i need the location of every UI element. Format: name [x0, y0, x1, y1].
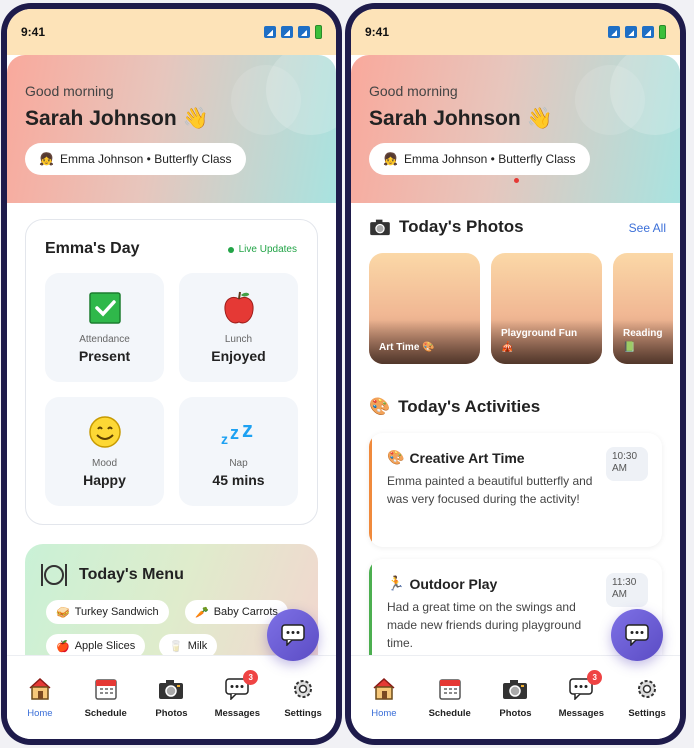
nav-photos[interactable]: Photos — [485, 676, 545, 719]
playground-icon: 🎪 — [501, 341, 514, 353]
nav-schedule[interactable]: Schedule — [420, 676, 480, 719]
calendar-icon — [438, 679, 461, 700]
greeting-header: Good morning Sarah Johnson 👋 👧 Emma John… — [7, 55, 336, 203]
wave-icon: 👋 — [526, 107, 553, 130]
wifi-icon — [625, 26, 637, 38]
apple-icon — [223, 291, 254, 324]
network-icon — [642, 26, 654, 38]
emmas-day-card: Emma's Day Live Updates Attendance Prese… — [25, 219, 318, 525]
nav-settings[interactable]: Settings — [273, 676, 333, 719]
parent-name: Sarah Johnson 👋 — [369, 107, 553, 130]
status-time: 9:41 — [21, 25, 46, 39]
tile-mood[interactable]: Mood Happy — [45, 397, 164, 506]
battery-icon — [659, 25, 666, 39]
smile-icon — [88, 416, 121, 448]
milk-icon: 🥛 — [169, 640, 183, 653]
camera-icon — [370, 219, 390, 236]
menu-item: 🥪 Turkey Sandwich — [46, 600, 169, 624]
live-updates: Live Updates — [227, 244, 297, 255]
palette-icon: 🎨 — [422, 341, 435, 353]
day-title: Emma's Day — [45, 240, 140, 257]
photo-card[interactable]: Playground Fun 🎪 — [491, 253, 602, 364]
tile-nap[interactable]: zzz Nap 45 mins — [179, 397, 298, 506]
gear-icon — [294, 680, 313, 698]
palette-icon: 🎨 — [369, 397, 391, 416]
check-icon — [88, 292, 121, 324]
wifi-icon — [281, 26, 293, 38]
nav-home[interactable]: Home — [10, 676, 70, 719]
activity-time: 11:30 AM — [606, 573, 648, 607]
svg-text:z: z — [230, 423, 239, 443]
nav-home[interactable]: Home — [354, 676, 414, 719]
camera-icon — [503, 680, 528, 699]
bottom-nav: Home Schedule Photos 3 Messages Settings — [351, 655, 680, 739]
status-bar: 9:41 — [7, 9, 336, 55]
activity-card[interactable]: 🎨 Creative Art Time Emma painted a beauti… — [369, 433, 662, 547]
photo-card[interactable]: Reading 📗 — [613, 253, 673, 364]
activity-time: 10:30 AM — [606, 447, 648, 481]
phone-right: 9:41 Good morning Sarah Johnson 👋 👧 Emma… — [345, 3, 686, 745]
gear-icon — [638, 680, 657, 698]
svg-text:z: z — [242, 417, 253, 442]
network-icon — [298, 26, 310, 38]
chat-icon — [625, 624, 649, 646]
screen-home: 9:41 Good morning Sarah Johnson 👋 👧 Emma… — [7, 9, 336, 739]
child-avatar-icon: 👧 — [39, 152, 54, 166]
nav-photos[interactable]: Photos — [141, 676, 201, 719]
signal-icon — [608, 26, 620, 38]
carrot-icon: 🥕 — [195, 606, 209, 619]
child-selector[interactable]: 👧 Emma Johnson • Butterfly Class — [369, 143, 590, 175]
sandwich-icon: 🥪 — [56, 606, 70, 619]
menu-title: Today's Menu — [79, 566, 184, 583]
photos-heading: Today's Photos — [369, 217, 524, 237]
svg-text:z: z — [221, 431, 228, 447]
zzz-icon: zzz — [221, 417, 253, 447]
book-icon: 📗 — [623, 341, 636, 353]
bottom-nav: Home Schedule Photos 3 Messages Settings — [7, 655, 336, 739]
child-avatar-icon: 👧 — [383, 152, 398, 166]
status-time: 9:41 — [365, 25, 390, 39]
page-indicator-dot — [513, 178, 519, 183]
nav-settings[interactable]: Settings — [617, 676, 677, 719]
apple-icon: 🍎 — [56, 640, 70, 653]
parent-name: Sarah Johnson 👋 — [25, 107, 209, 130]
tile-lunch[interactable]: Lunch Enjoyed — [179, 273, 298, 382]
screen-home-scrolled: 9:41 Good morning Sarah Johnson 👋 👧 Emma… — [351, 9, 680, 739]
camera-icon — [159, 680, 184, 699]
nav-messages[interactable]: 3 Messages — [551, 670, 611, 719]
nav-schedule[interactable]: Schedule — [76, 676, 136, 719]
palette-icon: 🎨 — [387, 449, 405, 465]
greeting-text: Good morning — [25, 83, 114, 99]
messages-badge: 3 — [587, 670, 603, 685]
photo-card[interactable]: Art Time 🎨 — [369, 253, 480, 364]
messages-badge: 3 — [243, 670, 259, 685]
chat-fab-button[interactable] — [611, 609, 663, 661]
battery-icon — [315, 25, 322, 39]
phone-left: 9:41 Good morning Sarah Johnson 👋 👧 Emma… — [1, 3, 342, 745]
tile-attendance[interactable]: Attendance Present — [45, 273, 164, 382]
greeting-text: Good morning — [369, 83, 458, 99]
running-icon: 🏃 — [387, 575, 405, 591]
calendar-icon — [94, 679, 117, 700]
see-all-link[interactable]: See All — [629, 221, 666, 235]
wave-icon: 👋 — [182, 107, 209, 130]
greeting-header: Good morning Sarah Johnson 👋 👧 Emma John… — [351, 55, 680, 203]
chat-fab-button[interactable] — [267, 609, 319, 661]
child-selector[interactable]: 👧 Emma Johnson • Butterfly Class — [25, 143, 246, 175]
plate-icon — [41, 564, 67, 586]
activities-heading: 🎨 Today's Activities — [369, 397, 541, 416]
signal-icon — [264, 26, 276, 38]
home-icon — [29, 677, 51, 700]
status-bar: 9:41 — [351, 9, 680, 55]
nav-messages[interactable]: 3 Messages — [207, 670, 267, 719]
live-dot-icon — [227, 246, 234, 253]
chat-icon — [281, 624, 305, 646]
home-icon — [373, 677, 395, 700]
